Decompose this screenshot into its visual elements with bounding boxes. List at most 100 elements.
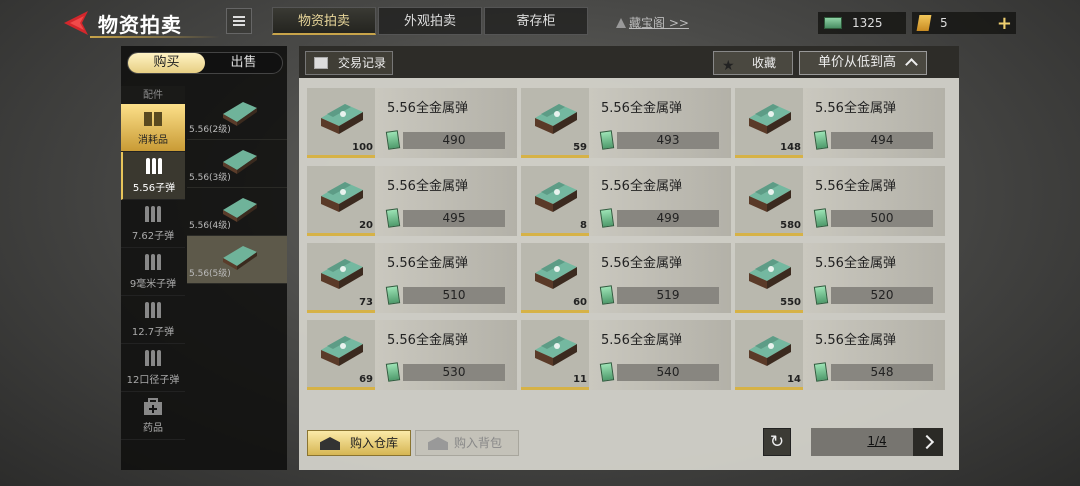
page-indicator: 1/4 <box>867 434 887 448</box>
ammo-box-icon <box>535 104 577 134</box>
listing-panel: 交易记录 ★ 收藏 单价从低到高 100 5.56全金属弹 490 59 5.56全金属… <box>299 46 959 470</box>
item-name: 5.56全金属弹 <box>387 101 468 116</box>
listing-card[interactable]: 100 5.56全金属弹 490 <box>307 88 517 158</box>
item-quantity: 8 <box>580 220 587 231</box>
bullets-icon <box>123 158 185 176</box>
category-header: 配件 <box>121 86 185 104</box>
add-currency-button[interactable]: + <box>997 13 1012 34</box>
category-list: 配件 消耗品 5.56子弹 7.62子弹 9毫米子弹 12.7子弹 12口径子弹… <box>121 86 185 440</box>
ammo-box-icon <box>321 104 363 134</box>
menu-button[interactable] <box>226 8 252 34</box>
tab-appearance-auction[interactable]: 外观拍卖 <box>378 7 482 35</box>
listing-card[interactable]: 580 5.56全金属弹 500 <box>735 166 945 236</box>
tab-supply-auction[interactable]: 物资拍卖 <box>272 7 376 35</box>
sort-label: 单价从低到高 <box>818 55 897 70</box>
item-name: 5.56全金属弹 <box>815 179 896 194</box>
item-name: 5.56全金属弹 <box>815 333 896 348</box>
item-quantity: 11 <box>573 374 587 385</box>
ticket-icon <box>916 15 932 31</box>
listing-card[interactable]: 73 5.56全金属弹 510 <box>307 243 517 313</box>
item-quantity: 60 <box>573 297 587 308</box>
buy-to-warehouse-button[interactable]: 购入仓库 <box>307 430 411 456</box>
listing-card[interactable]: 60 5.56全金属弹 519 <box>521 243 731 313</box>
listing-card[interactable]: 20 5.56全金属弹 495 <box>307 166 517 236</box>
category-762[interactable]: 7.62子弹 <box>121 200 185 248</box>
category-12gauge[interactable]: 12口径子弹 <box>121 344 185 392</box>
backpack-icon <box>428 437 448 450</box>
buy-to-backpack-button[interactable]: 购入背包 <box>415 430 519 456</box>
cash-icon <box>824 17 842 29</box>
item-quantity: 100 <box>352 142 373 153</box>
listing-card[interactable]: 14 5.56全金属弹 548 <box>735 320 945 390</box>
favorite-button[interactable]: ★ 收藏 <box>713 51 793 75</box>
favorite-label: 收藏 <box>752 56 777 70</box>
listing-card[interactable]: 11 5.56全金属弹 540 <box>521 320 731 390</box>
refresh-button[interactable]: ↻ <box>763 428 791 456</box>
item-thumbnail: 20 <box>307 166 375 236</box>
buy-mode-button[interactable]: 购买 <box>128 53 205 73</box>
money-display: 1325 <box>818 12 906 34</box>
category-medicine[interactable]: 药品 <box>121 392 185 440</box>
category-consumables[interactable]: 消耗品 <box>121 104 185 152</box>
consumable-icon <box>144 112 162 126</box>
listing-card[interactable]: 69 5.56全金属弹 530 <box>307 320 517 390</box>
records-icon <box>314 57 328 69</box>
ammo-box-icon <box>535 336 577 366</box>
item-name: 5.56全金属弹 <box>387 179 468 194</box>
buy-sell-toggle: 购买 出售 <box>127 52 283 74</box>
item-price: 495 <box>403 210 505 227</box>
tab-locker[interactable]: 寄存柜 <box>484 7 588 35</box>
listing-card[interactable]: 148 5.56全金属弹 494 <box>735 88 945 158</box>
left-panel: 购买 出售 配件 消耗品 5.56子弹 7.62子弹 9毫米子弹 12.7子弹 … <box>121 46 287 470</box>
bullets-icon <box>121 206 185 224</box>
item-thumbnail: 550 <box>735 243 803 313</box>
sell-mode-button[interactable]: 出售 <box>205 53 282 73</box>
item-thumbnail: 100 <box>307 88 375 158</box>
cash-icon <box>599 130 615 150</box>
category-label: 5.56子弹 <box>132 183 176 194</box>
buy-warehouse-label: 购入仓库 <box>350 436 399 450</box>
listing-card[interactable]: 59 5.56全金属弹 493 <box>521 88 731 158</box>
subcategory-556-lv3[interactable]: 5.56(3级) <box>187 140 287 188</box>
category-556[interactable]: 5.56子弹 <box>121 152 185 200</box>
cash-icon <box>813 130 829 150</box>
subcategory-556-lv2[interactable]: 5.56(2级) <box>187 92 287 140</box>
back-arrow-icon <box>64 11 88 35</box>
listing-footer: 购入仓库 购入背包 ↻ 1/4 <box>307 428 951 458</box>
ammo-box-icon <box>749 182 791 212</box>
item-thumbnail: 14 <box>735 320 803 390</box>
treasure-icon <box>616 18 626 28</box>
item-name: 5.56全金属弹 <box>601 101 682 116</box>
item-quantity: 59 <box>573 142 587 153</box>
subcategory-556-lv4[interactable]: 5.56(4级) <box>187 188 287 236</box>
pagination: 1/4 <box>811 428 943 456</box>
treasure-pavilion-link[interactable]: 藏宝阁 >> <box>616 14 689 31</box>
sort-dropdown[interactable]: 单价从低到高 <box>799 51 927 75</box>
bullets-icon <box>121 254 185 272</box>
item-price: 530 <box>403 364 505 381</box>
next-page-button[interactable] <box>913 428 943 456</box>
item-quantity: 14 <box>787 374 801 385</box>
subcategory-label: 5.56(3级) <box>189 173 231 183</box>
item-name: 5.56全金属弹 <box>601 333 682 348</box>
listing-card[interactable]: 8 5.56全金属弹 499 <box>521 166 731 236</box>
buy-backpack-label: 购入背包 <box>454 436 503 450</box>
trade-records-button[interactable]: 交易记录 <box>305 51 393 75</box>
category-label: 7.62子弹 <box>131 231 175 242</box>
item-name: 5.56全金属弹 <box>815 101 896 116</box>
listing-card[interactable]: 550 5.56全金属弹 520 <box>735 243 945 313</box>
back-button[interactable] <box>62 10 90 36</box>
item-quantity: 20 <box>359 220 373 231</box>
cash-icon <box>813 208 829 228</box>
item-price: 493 <box>617 132 719 149</box>
category-127[interactable]: 12.7子弹 <box>121 296 185 344</box>
subcategory-556-lv5[interactable]: 5.56(5级) <box>187 236 287 284</box>
item-name: 5.56全金属弹 <box>387 256 468 271</box>
page-title: 物资拍卖 <box>98 13 182 37</box>
cash-icon <box>385 285 401 305</box>
cash-icon <box>385 130 401 150</box>
category-9mm[interactable]: 9毫米子弹 <box>121 248 185 296</box>
cash-icon <box>385 208 401 228</box>
money-amount: 1325 <box>852 16 883 30</box>
item-price: 500 <box>831 210 933 227</box>
